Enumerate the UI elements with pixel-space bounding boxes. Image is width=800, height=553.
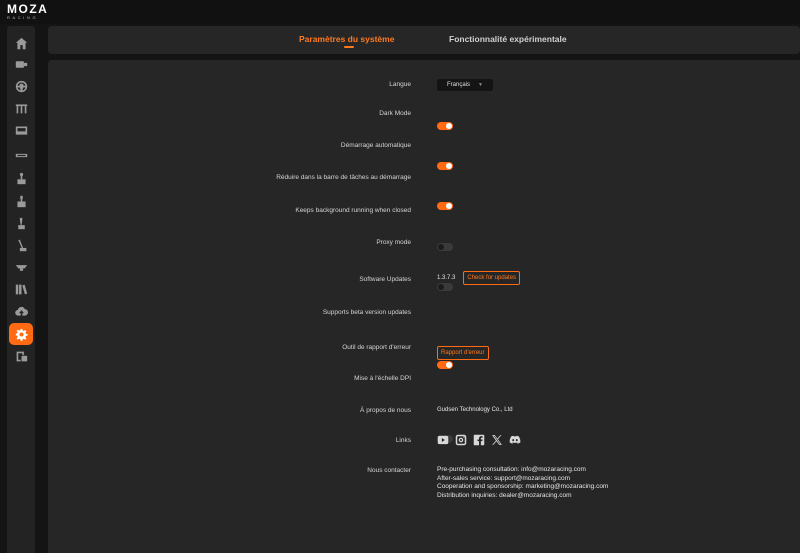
- tab-system-settings[interactable]: Paramètres du système: [299, 34, 394, 44]
- hub-icon: [15, 264, 27, 271]
- dashboard-icon: [15, 125, 27, 135]
- autostart-toggle[interactable]: [437, 162, 453, 170]
- dashboard-strip-icon: [15, 153, 27, 157]
- minimize-tray-label: Réduire dans la barre de tâches au démar…: [276, 174, 411, 181]
- pedals-icon: [15, 103, 27, 113]
- sidebar-item-sequential-shifter[interactable]: [9, 191, 33, 211]
- sidebar-item-pedals[interactable]: [9, 98, 33, 118]
- contact-info: Pre-purchasing consultation: info@mozara…: [437, 466, 608, 500]
- facebook-icon[interactable]: [473, 434, 485, 446]
- toggle-knob: [446, 163, 452, 169]
- report-icon: [16, 351, 27, 361]
- dark-mode-toggle[interactable]: [437, 122, 453, 130]
- social-links: [437, 434, 521, 446]
- toggle-knob: [438, 244, 444, 250]
- sidebar-item-dashboard-strip[interactable]: [9, 145, 33, 165]
- toggle-knob: [446, 123, 452, 129]
- wheelbase-icon: [15, 60, 27, 68]
- toggle-knob: [446, 362, 452, 368]
- home-icon: [15, 37, 27, 49]
- sidebar-item-settings[interactable]: [9, 323, 33, 345]
- links-label: Links: [395, 437, 411, 444]
- background-running-label: Keeps background running when closed: [295, 207, 411, 214]
- software-updates-label: Software Updates: [359, 276, 411, 283]
- minimize-tray-toggle[interactable]: [437, 202, 453, 210]
- check-updates-button[interactable]: Check for updates: [463, 271, 521, 285]
- error-report-button[interactable]: Rapport d'erreur: [437, 346, 489, 360]
- title-bar: MOZA RACING: [0, 0, 800, 24]
- handbrake-icon: [17, 217, 25, 229]
- logo-main-text: MOZA: [7, 2, 49, 16]
- sidebar-item-steering-wheel[interactable]: [9, 76, 33, 96]
- sidebar: [7, 26, 35, 553]
- youtube-icon[interactable]: [437, 434, 449, 446]
- sidebar-item-library[interactable]: [9, 279, 33, 299]
- contact-line-sponsorship: Cooperation and sponsorship: marketing@m…: [437, 483, 609, 490]
- x-icon[interactable]: [491, 434, 503, 446]
- software-updates-row: 1.3.7.3 Check for updates: [437, 271, 521, 285]
- cloud-upload-icon: [14, 306, 28, 316]
- sidebar-item-dashboard[interactable]: [9, 120, 33, 140]
- sidebar-item-hub[interactable]: [9, 257, 33, 277]
- background-running-toggle[interactable]: [437, 243, 453, 251]
- sidebar-item-home[interactable]: [9, 33, 33, 53]
- error-report-row: Rapport d'erreur: [437, 341, 489, 360]
- moza-logo: MOZA RACING: [7, 2, 49, 20]
- contact-line-distribution: Distribution inquiries: dealer@mozaracin…: [437, 491, 572, 499]
- software-version: 1.3.7.3: [437, 275, 456, 281]
- sidebar-item-wheelbase[interactable]: [9, 54, 33, 74]
- error-report-label: Outil de rapport d'erreur: [342, 344, 411, 351]
- language-select[interactable]: Français ▼: [437, 79, 493, 91]
- language-label: Langue: [389, 81, 411, 88]
- dpi-scaling-label: Mise à l'échelle DPI: [354, 375, 411, 382]
- proxy-mode-label: Proxy mode: [376, 239, 411, 246]
- dark-mode-label: Dark Mode: [379, 110, 411, 117]
- sidebar-item-lever[interactable]: [9, 235, 33, 255]
- tab-bar: Paramètres du système Fonctionnalité exp…: [48, 26, 800, 54]
- steering-wheel-icon: [15, 80, 27, 92]
- discord-icon[interactable]: [509, 434, 521, 446]
- sidebar-item-cloud[interactable]: [9, 301, 33, 321]
- tab-experimental[interactable]: Fonctionnalité expérimentale: [449, 34, 567, 44]
- sidebar-item-handbrake[interactable]: [9, 213, 33, 233]
- about-value: Gudsen Technology Co., Ltd: [437, 407, 513, 413]
- settings-panel: Langue Français ▼ Dark Mode Démarrage au…: [48, 60, 800, 553]
- contact-line-presales: Pre-purchasing consultation: info@mozara…: [437, 466, 586, 473]
- settings-icon: [15, 328, 28, 341]
- contact-label: Nous contacter: [367, 467, 411, 474]
- language-value: Français: [447, 82, 471, 88]
- library-icon: [15, 284, 27, 294]
- sequential-shifter-icon: [16, 195, 26, 207]
- sidebar-item-report[interactable]: [9, 346, 33, 366]
- beta-updates-label: Supports beta version updates: [322, 309, 411, 316]
- sidebar-item-shifter[interactable]: [9, 168, 33, 188]
- shifter-icon: [16, 172, 26, 184]
- chevron-down-icon: ▼: [478, 82, 483, 88]
- about-label: À propos de nous: [360, 407, 411, 414]
- active-tab-indicator: [344, 46, 354, 48]
- autostart-label: Démarrage automatique: [340, 142, 411, 149]
- contact-line-aftersales: After-sales service: support@mozaracing.…: [437, 474, 571, 482]
- beta-updates-toggle[interactable]: [437, 361, 453, 369]
- instagram-icon[interactable]: [455, 434, 467, 446]
- toggle-knob: [446, 203, 452, 209]
- lever-icon: [17, 239, 26, 251]
